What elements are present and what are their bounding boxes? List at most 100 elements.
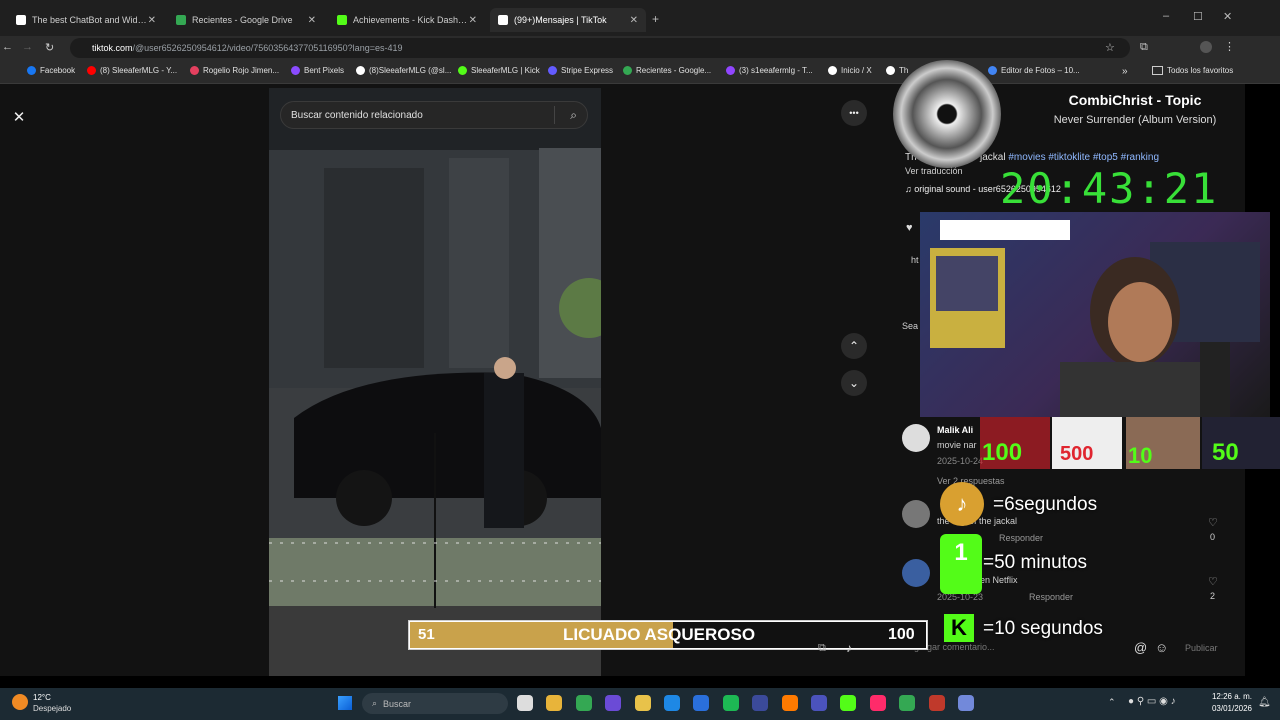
- badge-100: 100: [982, 439, 1023, 466]
- search-icon[interactable]: ⌕: [570, 108, 577, 123]
- bookmark-label: SleeaferMLG | Kick: [471, 66, 540, 75]
- back-icon[interactable]: ←: [2, 41, 13, 53]
- taskbar-app-icon[interactable]: [546, 695, 563, 711]
- bookmark-item[interactable]: Th: [886, 66, 908, 75]
- reload-icon[interactable]: ↻: [45, 41, 54, 54]
- comment-user[interactable]: Malik Ali: [937, 425, 973, 435]
- taskbar-app-icon[interactable]: [752, 695, 769, 711]
- clock-date[interactable]: 03/01/2026: [1208, 704, 1252, 713]
- close-window-icon[interactable]: ✕: [1223, 10, 1232, 23]
- url-host: tiktok.com: [92, 43, 133, 53]
- tray-expand-icon[interactable]: ⌃: [1108, 697, 1116, 708]
- taskbar-app-icon[interactable]: [722, 695, 739, 711]
- close-video-button[interactable]: ✕: [6, 104, 32, 130]
- taskbar-app-icon[interactable]: [840, 695, 857, 711]
- reply-button[interactable]: Responder: [1029, 592, 1073, 602]
- bookmark-favicon-icon: [458, 66, 467, 75]
- reply-button[interactable]: Responder: [999, 533, 1043, 543]
- publish-button[interactable]: Publicar: [1185, 643, 1218, 653]
- taskbar-search[interactable]: ⌕ Buscar: [362, 693, 508, 714]
- url-path: /@user6526250954612/video/75603564377051…: [132, 43, 403, 53]
- picture-in-picture-icon[interactable]: ⧉: [818, 642, 826, 655]
- taskbar-app-icon[interactable]: [811, 695, 827, 711]
- caption-rest: jackal #movies #tiktoklite #top5 #rankin…: [980, 152, 1159, 163]
- address-bar[interactable]: tiktok.com/@user6526250954612/video/7560…: [70, 38, 1130, 58]
- bookmark-item[interactable]: Editor de Fotos – 10...: [988, 66, 1080, 75]
- weather-icon: [12, 694, 28, 710]
- bookmark-star-icon[interactable]: ☆: [1105, 41, 1115, 54]
- forward-icon[interactable]: →: [22, 41, 33, 53]
- video-player[interactable]: [269, 88, 601, 676]
- taskbar-app-icon[interactable]: [781, 695, 798, 711]
- hashtags[interactable]: #movies #tiktoklite #top5 #ranking: [1008, 152, 1159, 163]
- more-options-button[interactable]: •••: [841, 100, 867, 126]
- like-icon[interactable]: ♥: [906, 222, 913, 234]
- maximize-icon[interactable]: ☐: [1193, 10, 1203, 23]
- goal-title: LICUADO ASQUEROSO: [563, 625, 756, 644]
- bookmarks-more[interactable]: »: [1122, 66, 1128, 77]
- all-bookmarks[interactable]: Todos los favoritos: [1152, 66, 1233, 75]
- caption-text: jackal: [980, 152, 1006, 163]
- bookmark-item[interactable]: Inicio / X: [828, 66, 872, 75]
- browser-tab[interactable]: Recientes - Google Drive ✕: [168, 8, 324, 32]
- browser-tab[interactable]: Achievements - Kick Dashboard ✕: [329, 8, 485, 32]
- bookmark-item[interactable]: Bent Pixels: [291, 66, 344, 75]
- taskbar-app-icon[interactable]: [693, 695, 710, 711]
- webcam-feed: [920, 212, 1270, 417]
- avatar[interactable]: [902, 559, 930, 587]
- rule-tiktok: =6segundos: [993, 494, 1098, 515]
- more-icon: •••: [849, 108, 859, 118]
- tab-favicon-icon: [16, 15, 26, 25]
- profile-avatar[interactable]: [1200, 41, 1212, 53]
- close-tab-icon[interactable]: ✕: [308, 15, 316, 26]
- taskbar-app-icon[interactable]: [899, 695, 916, 711]
- new-tab-button[interactable]: +: [652, 12, 659, 26]
- bookmark-item[interactable]: Recientes - Google...: [623, 66, 711, 75]
- minimize-icon[interactable]: –: [1163, 10, 1169, 22]
- windows-start-icon[interactable]: [338, 696, 352, 710]
- side-label: ht: [911, 255, 919, 265]
- taskbar-app-icon[interactable]: [605, 695, 622, 711]
- avatar[interactable]: [902, 500, 930, 528]
- bookmark-item[interactable]: (8)SleeaferMLG (@sl...: [356, 66, 451, 75]
- extensions-icon[interactable]: ⧉: [1140, 41, 1148, 54]
- previous-video-button[interactable]: ⌃: [841, 333, 867, 359]
- avatar[interactable]: [902, 424, 930, 452]
- close-tab-icon[interactable]: ✕: [469, 15, 477, 26]
- taskbar-app-icon[interactable]: [575, 695, 592, 711]
- notification-icon[interactable]: 🔔︎: [1258, 697, 1271, 708]
- all-bookmarks-label: Todos los favoritos: [1167, 66, 1234, 75]
- taskbar-app-icon[interactable]: [958, 695, 974, 711]
- tray-icons[interactable]: ● ⚲ ▭ ◉ ♪: [1128, 696, 1176, 707]
- taskbar-app-icon[interactable]: [664, 695, 680, 711]
- bookmark-item[interactable]: (3) s1eeafermlg - T...: [726, 66, 813, 75]
- comment-date: 2025-10-24: [937, 456, 984, 466]
- bookmark-item[interactable]: Facebook: [27, 66, 75, 75]
- comment-like-count: 2: [1210, 591, 1216, 601]
- volume-icon[interactable]: ♪: [846, 641, 852, 655]
- menu-icon[interactable]: ⋮: [1224, 40, 1235, 53]
- emoji-icon[interactable]: ☺: [1155, 640, 1168, 655]
- bookmark-item[interactable]: (8) SleeaferMLG - Y...: [87, 66, 177, 75]
- taskbar-app-icon[interactable]: [869, 695, 886, 711]
- close-tab-icon[interactable]: ✕: [630, 15, 638, 26]
- close-tab-icon[interactable]: ✕: [148, 15, 156, 26]
- taskbar-app-icon[interactable]: [634, 695, 651, 711]
- bookmark-item[interactable]: Stripe Express: [548, 66, 613, 75]
- browser-tab[interactable]: The best ChatBot and Widgets ✕: [8, 8, 164, 32]
- taskbar-app-icon[interactable]: [928, 695, 945, 711]
- related-search-input[interactable]: Buscar contenido relacionado ⌕: [280, 101, 588, 129]
- bookmark-item[interactable]: Rogelio Rojo Jimen...: [190, 66, 279, 75]
- bookmark-favicon-icon: [548, 66, 557, 75]
- browser-tab[interactable]: (99+)Mensajes | TikTok ✕: [490, 8, 646, 32]
- bookmark-item[interactable]: SleeaferMLG | Kick: [458, 66, 540, 75]
- next-video-button[interactable]: ⌄: [841, 370, 867, 396]
- clock-time[interactable]: 12:26 a. m.: [1208, 692, 1252, 701]
- mention-icon[interactable]: @: [1134, 640, 1147, 655]
- comment-like-icon[interactable]: ♡: [1208, 575, 1218, 588]
- taskbar-app-icon[interactable]: [517, 695, 533, 711]
- comment-like-icon[interactable]: ♡: [1208, 516, 1218, 529]
- now-playing: CombiChrist - Topic Never Surrender (Alb…: [1020, 92, 1250, 126]
- song-title: Never Surrender (Album Version): [1053, 114, 1217, 126]
- bookmark-favicon-icon: [291, 66, 300, 75]
